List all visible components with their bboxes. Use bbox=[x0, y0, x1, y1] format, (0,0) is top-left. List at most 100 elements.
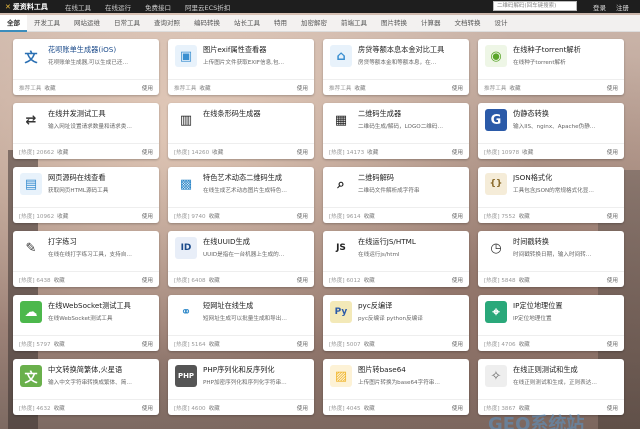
tool-card[interactable]: ⌕ 二维码解码 二维码文件解析成字符串 [热度] 9614 收藏 使用 bbox=[323, 167, 469, 223]
tool-card[interactable]: ⇄ 在线并发测试工具 输入网址设置请求数量和请求类… [热度] 20662 收藏 使用 bbox=[13, 103, 159, 159]
tool-title[interactable]: 伪静态转换 bbox=[513, 109, 621, 119]
category-tab[interactable]: 编码转换 bbox=[187, 15, 227, 32]
tool-title[interactable]: 图片转base64 bbox=[358, 365, 466, 375]
favorite-link[interactable]: 收藏 bbox=[199, 84, 210, 92]
favorite-link[interactable]: 收藏 bbox=[54, 276, 65, 284]
tool-title[interactable]: 在线正则测试和生成 bbox=[513, 365, 621, 375]
tool-title[interactable]: 在线并发测试工具 bbox=[48, 109, 156, 119]
tool-card[interactable]: ◷ 时间戳转换 时间戳转换日期，输入时间转… [热度] 5848 收藏 使用 bbox=[478, 231, 624, 287]
favorite-link[interactable]: 收藏 bbox=[54, 340, 65, 348]
top-nav-item[interactable]: 阿里云ECS折扣 bbox=[178, 2, 237, 12]
tool-card[interactable]: ▤ 网页源码在线查看 获取网页HTML源码工具 [热度] 10962 收藏 使用 bbox=[13, 167, 159, 223]
use-button[interactable]: 使用 bbox=[297, 340, 308, 348]
tool-card[interactable]: ⌖ IP定位地理位置 IP定位地理位置 [热度] 4706 收藏 使用 bbox=[478, 295, 624, 351]
favorite-link[interactable]: 收藏 bbox=[54, 404, 65, 412]
tool-card[interactable]: ▥ 在线条形码生成器 [热度] 14260 收藏 使用 bbox=[168, 103, 314, 159]
category-tab[interactable]: 网站运维 bbox=[67, 15, 107, 32]
favorite-link[interactable]: 收藏 bbox=[364, 276, 375, 284]
tool-title[interactable]: 花呗账单生成器(iOS) bbox=[48, 45, 156, 55]
use-button[interactable]: 使用 bbox=[607, 212, 618, 220]
category-tab[interactable]: 图片转换 bbox=[374, 15, 414, 32]
tool-card[interactable]: ☁ 在线WebSocket测试工具 在线WebSocket测试工具 [热度] 5797… bbox=[13, 295, 159, 351]
category-tab[interactable]: 开发工具 bbox=[27, 15, 67, 32]
category-tab[interactable]: 查询对照 bbox=[147, 15, 187, 32]
category-tab[interactable]: 计算器 bbox=[414, 15, 448, 32]
use-button[interactable]: 使用 bbox=[142, 340, 153, 348]
category-tab[interactable]: 站长工具 bbox=[227, 15, 267, 32]
top-nav-item[interactable]: 在线运行 bbox=[98, 2, 138, 12]
favorite-link[interactable]: 收藏 bbox=[209, 276, 220, 284]
favorite-link[interactable]: 收藏 bbox=[364, 212, 375, 220]
favorite-link[interactable]: 收藏 bbox=[354, 84, 365, 92]
tool-title[interactable]: 在线运行JS/HTML bbox=[358, 237, 466, 247]
category-tab[interactable]: 设计 bbox=[488, 15, 515, 32]
tool-title[interactable]: 特色艺术动态二维码生成 bbox=[203, 173, 311, 183]
use-button[interactable]: 使用 bbox=[452, 148, 463, 156]
tool-card[interactable]: ▩ 特色艺术动态二维码生成 在线生成艺术动态图片生成特色… [热度] 9740 收藏 使用 bbox=[168, 167, 314, 223]
category-tab[interactable]: 加密解密 bbox=[294, 15, 334, 32]
use-button[interactable]: 使用 bbox=[452, 212, 463, 220]
login-link[interactable]: 登录 bbox=[593, 2, 606, 12]
tool-card[interactable]: 文花呗账单生成器(iOS) 花呗账单生成器,可以生成已还… 推荐工具 收藏 使用 bbox=[13, 39, 159, 95]
tool-card[interactable]: Py pyc反编译 pyc反编译 python反编译 [热度] 5007 收藏 使用 bbox=[323, 295, 469, 351]
use-button[interactable]: 使用 bbox=[607, 84, 618, 92]
tool-title[interactable]: 房贷等额本息本金对比工具 bbox=[358, 45, 466, 55]
category-tab[interactable]: 特用 bbox=[267, 15, 294, 32]
use-button[interactable]: 使用 bbox=[452, 404, 463, 412]
use-button[interactable]: 使用 bbox=[142, 276, 153, 284]
tool-title[interactable]: 二维码生成器 bbox=[358, 109, 466, 119]
use-button[interactable]: 使用 bbox=[297, 84, 308, 92]
tool-title[interactable]: pyc反编译 bbox=[358, 301, 466, 311]
tool-card[interactable]: ID 在线UUID生成 UUID是指在一台机器上生成的… [热度] 6408 收藏 使用 bbox=[168, 231, 314, 287]
favorite-link[interactable]: 收藏 bbox=[57, 148, 68, 156]
use-button[interactable]: 使用 bbox=[607, 276, 618, 284]
use-button[interactable]: 使用 bbox=[142, 84, 153, 92]
favorite-link[interactable]: 收藏 bbox=[209, 404, 220, 412]
category-tab[interactable]: 文档转换 bbox=[448, 15, 488, 32]
site-logo[interactable]: ✕ 爱资料工具 bbox=[0, 2, 58, 12]
favorite-link[interactable]: 收藏 bbox=[509, 84, 520, 92]
favorite-link[interactable]: 收藏 bbox=[209, 212, 220, 220]
use-button[interactable]: 使用 bbox=[607, 404, 618, 412]
favorite-link[interactable]: 收藏 bbox=[44, 84, 55, 92]
use-button[interactable]: 使用 bbox=[142, 148, 153, 156]
use-button[interactable]: 使用 bbox=[142, 404, 153, 412]
favorite-link[interactable]: 收藏 bbox=[367, 148, 378, 156]
tool-card[interactable]: ⌂ 房贷等额本息本金对比工具 房贷等额本金和等额本息，在… 推荐工具 收藏 使用 bbox=[323, 39, 469, 95]
tool-card[interactable]: ✧ 在线正则测试和生成 在线正则测试和生成，正则表达… [热度] 3867 收藏 使用 bbox=[478, 359, 624, 415]
tool-title[interactable]: PHP序列化和反序列化 bbox=[203, 365, 311, 375]
tool-card[interactable]: {} JSON格式化 工具包含JSON的常规格式化显… [热度] 7552 收藏 使用 bbox=[478, 167, 624, 223]
use-button[interactable]: 使用 bbox=[607, 148, 618, 156]
category-tab[interactable]: 前端工具 bbox=[334, 15, 374, 32]
use-button[interactable]: 使用 bbox=[297, 212, 308, 220]
use-button[interactable]: 使用 bbox=[452, 340, 463, 348]
favorite-link[interactable]: 收藏 bbox=[519, 276, 530, 284]
tool-card[interactable]: JS 在线运行JS/HTML 在线运行js/html [热度] 6012 收藏 使用 bbox=[323, 231, 469, 287]
tool-card[interactable]: ▨ 图片转base64 上传图片转换为base64字符串… [热度] 4045 收藏 使用 bbox=[323, 359, 469, 415]
favorite-link[interactable]: 收藏 bbox=[212, 148, 223, 156]
tool-title[interactable]: 在线条形码生成器 bbox=[203, 109, 311, 119]
tool-card[interactable]: ▣ 图片exif属性查看器 上传图片文件获取EXIF信息,包… 推荐工具 收藏 使用 bbox=[168, 39, 314, 95]
tool-title[interactable]: 打字练习 bbox=[48, 237, 156, 247]
tool-title[interactable]: JSON格式化 bbox=[513, 173, 621, 183]
use-button[interactable]: 使用 bbox=[142, 212, 153, 220]
favorite-link[interactable]: 收藏 bbox=[364, 340, 375, 348]
tool-title[interactable]: 二维码解码 bbox=[358, 173, 466, 183]
tool-card[interactable]: ◉ 在线种子torrent解析 在线种子torrent解析 推荐工具 收藏 使用 bbox=[478, 39, 624, 95]
favorite-link[interactable]: 收藏 bbox=[209, 340, 220, 348]
use-button[interactable]: 使用 bbox=[452, 84, 463, 92]
tool-card[interactable]: G 伪静态转换 输入IIS、nginx、Apache伪静… [热度] 10978 收藏 使… bbox=[478, 103, 624, 159]
tool-title[interactable]: 图片exif属性查看器 bbox=[203, 45, 311, 55]
category-tab[interactable]: 日常工具 bbox=[107, 15, 147, 32]
favorite-link[interactable]: 收藏 bbox=[522, 148, 533, 156]
category-tab[interactable]: 全部 bbox=[0, 14, 27, 32]
favorite-link[interactable]: 收藏 bbox=[519, 340, 530, 348]
use-button[interactable]: 使用 bbox=[297, 276, 308, 284]
tool-title[interactable]: 在线UUID生成 bbox=[203, 237, 311, 247]
tool-card[interactable]: 文中文转换简繁体,火星语 输入中文字符串转换成繁体、简… [热度] 4632 收藏 使用 bbox=[13, 359, 159, 415]
tool-card[interactable]: PHP PHP序列化和反序列化 PHP加密序列化和序列化字符串… [热度] 4600 收… bbox=[168, 359, 314, 415]
search-input[interactable]: 二维码解码(回车键搜索) bbox=[493, 1, 577, 11]
tool-card[interactable]: ▦ 二维码生成器 二维码生成/解码，LOGO二维码… [热度] 14173 收藏 使用 bbox=[323, 103, 469, 159]
tool-title[interactable]: 短网址在线生成 bbox=[203, 301, 311, 311]
tool-title[interactable]: 网页源码在线查看 bbox=[48, 173, 156, 183]
